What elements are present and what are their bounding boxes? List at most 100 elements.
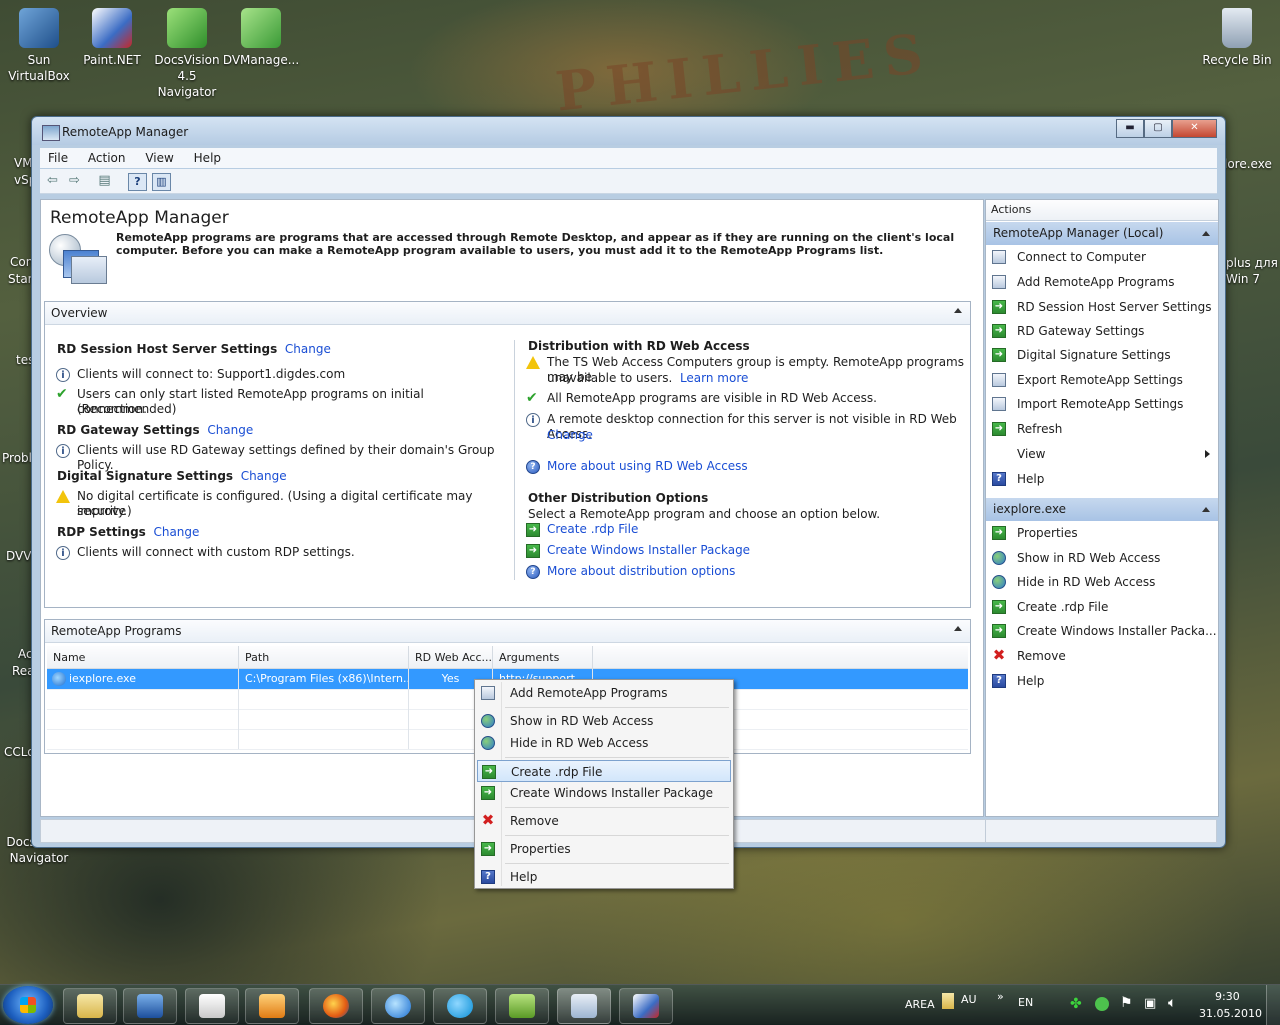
tray-area-label[interactable]: AREA — [905, 998, 935, 1011]
action-refresh[interactable]: ➜ Refresh — [986, 418, 1218, 440]
import-settings-icon — [992, 397, 1006, 411]
column-header-name[interactable]: Name — [47, 646, 239, 668]
back-arrow-icon[interactable]: ⇦ — [44, 173, 61, 189]
tray-network-icon[interactable]: ▣ — [1144, 996, 1156, 1011]
desktop-icon-virtualbox[interactable]: Sun VirtualBox — [0, 8, 78, 84]
tray-clover-icon[interactable]: ✤ — [1070, 996, 1082, 1012]
column-header-arguments[interactable]: Arguments — [493, 646, 593, 668]
ctx-properties[interactable]: ➜ Properties — [477, 838, 731, 860]
desktop-partial-icon[interactable]: VM — [14, 156, 33, 170]
forward-arrow-icon[interactable]: ⇨ — [66, 173, 83, 189]
minimize-button[interactable]: ▬ — [1116, 119, 1144, 138]
menu-separator — [505, 707, 729, 708]
distribution-change-link[interactable]: Change — [547, 428, 593, 443]
taskbar-server-manager[interactable] — [123, 988, 177, 1024]
desktop-icon-recycle-bin[interactable]: Recycle Bin — [1198, 8, 1276, 68]
signature-change-link[interactable]: Change — [241, 469, 287, 483]
learn-more-link[interactable]: Learn more — [680, 371, 748, 385]
ctx-create-msi[interactable]: ➜ Create Windows Installer Package — [477, 782, 731, 804]
desktop-icon-dvmanager[interactable]: DVManage... — [222, 8, 300, 68]
menu-action[interactable]: Action — [80, 148, 134, 165]
rdp-change-link[interactable]: Change — [153, 525, 199, 539]
start-button[interactable] — [3, 986, 53, 1024]
tray-expand-icon[interactable]: » — [997, 990, 1004, 1003]
action-import-settings[interactable]: Import RemoteApp Settings — [986, 393, 1218, 415]
close-button[interactable]: ✕ — [1172, 119, 1217, 138]
desktop-icon-paintnet[interactable]: Paint.NET — [73, 8, 151, 68]
action-export-settings[interactable]: Export RemoteApp Settings — [986, 369, 1218, 391]
show-hide-console-tree-icon[interactable]: ▤ — [96, 173, 113, 189]
tray-au-label[interactable]: AU — [961, 993, 977, 1006]
tray-folder-icon[interactable] — [942, 993, 954, 1009]
actions-group-local[interactable]: RemoteApp Manager (Local) — [986, 222, 1218, 245]
action-view[interactable]: View — [986, 443, 1218, 465]
show-desktop-button[interactable] — [1266, 985, 1280, 1025]
taskbar-skype[interactable] — [433, 988, 487, 1024]
clock-time[interactable]: 9:30 — [1215, 990, 1240, 1003]
desktop-partial-icon[interactable]: plus для — [1226, 256, 1278, 270]
ctx-show-web-access[interactable]: Show in RD Web Access — [477, 710, 731, 732]
distribution-heading: Distribution with RD Web Access — [528, 339, 750, 353]
column-header-webaccess[interactable]: RD Web Acc... — [409, 646, 493, 668]
taskbar-firefox[interactable] — [309, 988, 363, 1024]
more-web-access-link[interactable]: More about using RD Web Access — [547, 459, 748, 474]
desktop-icon-docsvision-45[interactable]: DocsVision 4.5 Navigator — [148, 8, 226, 100]
taskbar-explorer[interactable] — [63, 988, 117, 1024]
maximize-button[interactable]: ▢ — [1144, 119, 1172, 138]
ctx-hide-web-access[interactable]: Hide in RD Web Access — [477, 732, 731, 754]
action-show-web-access[interactable]: Show in RD Web Access — [986, 547, 1218, 569]
action-help[interactable]: ? Help — [986, 468, 1218, 490]
action-add-remoteapp[interactable]: Add RemoteApp Programs — [986, 271, 1218, 293]
language-indicator[interactable]: EN — [1018, 996, 1033, 1009]
menu-file[interactable]: File — [40, 148, 76, 165]
taskbar-outlook[interactable] — [245, 988, 299, 1024]
actions-group-iexplore[interactable]: iexplore.exe — [986, 498, 1218, 521]
desktop-partial-icon[interactable]: CCLo — [4, 745, 35, 759]
action-connect-to-computer[interactable]: Connect to Computer — [986, 246, 1218, 268]
tray-shield-icon[interactable] — [1095, 997, 1109, 1011]
tray-flag-icon[interactable]: ⚑ — [1120, 995, 1133, 1011]
action-create-rdp[interactable]: ➜ Create .rdp File — [986, 596, 1218, 618]
show-hide-action-pane-icon[interactable]: ▥ — [152, 173, 171, 191]
rdsh-change-link[interactable]: Change — [285, 342, 331, 356]
taskbar-notepad[interactable] — [185, 988, 239, 1024]
taskbar-vsphere[interactable] — [495, 988, 549, 1024]
menu-help[interactable]: Help — [186, 148, 229, 165]
help-toolbar-icon[interactable]: ? — [128, 173, 147, 191]
action-rdsh-settings[interactable]: ➜ RD Session Host Server Settings — [986, 296, 1218, 318]
menu-view[interactable]: View — [137, 148, 181, 165]
gateway-change-link[interactable]: Change — [207, 423, 253, 437]
action-properties[interactable]: ➜ Properties — [986, 522, 1218, 544]
taskbar-internet-explorer[interactable] — [371, 988, 425, 1024]
desktop-partial-icon[interactable]: Con — [10, 255, 33, 269]
clock-date[interactable]: 31.05.2010 — [1199, 1007, 1262, 1020]
action-label: Create .rdp File — [1017, 600, 1109, 614]
tray-volume-icon[interactable]: 🔈︎ — [1168, 995, 1176, 1011]
create-msi-link[interactable]: Create Windows Installer Package — [547, 543, 750, 558]
taskbar-remoteapp[interactable] — [557, 988, 611, 1024]
desktop-partial-icon[interactable]: Probl — [2, 451, 32, 465]
create-rdp-link[interactable]: Create .rdp File — [547, 522, 638, 537]
action-create-msi[interactable]: ➜ Create Windows Installer Packa... — [986, 620, 1218, 642]
collapse-chevron-icon[interactable] — [954, 308, 962, 313]
overview-header[interactable]: Overview — [45, 302, 970, 325]
desktop-partial-icon[interactable]: Win 7 — [1226, 272, 1260, 286]
action-hide-web-access[interactable]: Hide in RD Web Access — [986, 571, 1218, 593]
action-help-program[interactable]: ? Help — [986, 670, 1218, 692]
ctx-add-remoteapp[interactable]: Add RemoteApp Programs — [477, 682, 731, 704]
collapse-chevron-icon[interactable] — [954, 626, 962, 631]
column-header-path[interactable]: Path — [239, 646, 409, 668]
desktop-partial-icon[interactable]: lore.exe — [1224, 157, 1272, 171]
collapse-chevron-icon[interactable] — [1202, 507, 1210, 512]
more-distribution-link[interactable]: More about distribution options — [547, 564, 735, 579]
taskbar-paintnet[interactable] — [619, 988, 673, 1024]
ctx-remove[interactable]: ✖ Remove — [477, 810, 731, 832]
collapse-chevron-icon[interactable] — [1202, 231, 1210, 236]
window-titlebar[interactable]: RemoteApp Manager ▬ ▢ ✕ — [32, 117, 1225, 145]
ctx-create-rdp[interactable]: ➜ Create .rdp File — [477, 760, 731, 782]
ctx-help[interactable]: ? Help — [477, 866, 731, 888]
action-signature-settings[interactable]: ➜ Digital Signature Settings — [986, 344, 1218, 366]
programs-header[interactable]: RemoteApp Programs — [45, 620, 970, 643]
action-gateway-settings[interactable]: ➜ RD Gateway Settings — [986, 320, 1218, 342]
action-remove[interactable]: ✖ Remove — [986, 645, 1218, 667]
